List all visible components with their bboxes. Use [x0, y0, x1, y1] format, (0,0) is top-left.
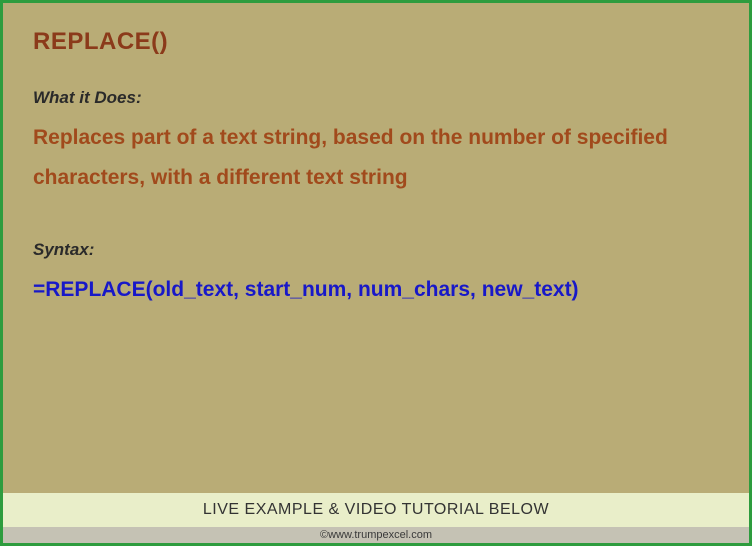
attribution-text: ©www.trumpexcel.com — [3, 527, 749, 543]
function-title: REPLACE() — [33, 28, 719, 56]
content-area: REPLACE() What it Does: Replaces part of… — [3, 3, 749, 493]
document-card: REPLACE() What it Does: Replaces part of… — [0, 0, 752, 546]
footer-banner: LIVE EXAMPLE & VIDEO TUTORIAL BELOW — [3, 493, 749, 527]
what-it-does-label: What it Does: — [33, 88, 719, 108]
syntax-formula: =REPLACE(old_text, start_num, num_chars,… — [33, 270, 719, 310]
function-description: Replaces part of a text string, based on… — [33, 118, 719, 198]
syntax-label: Syntax: — [33, 240, 719, 260]
